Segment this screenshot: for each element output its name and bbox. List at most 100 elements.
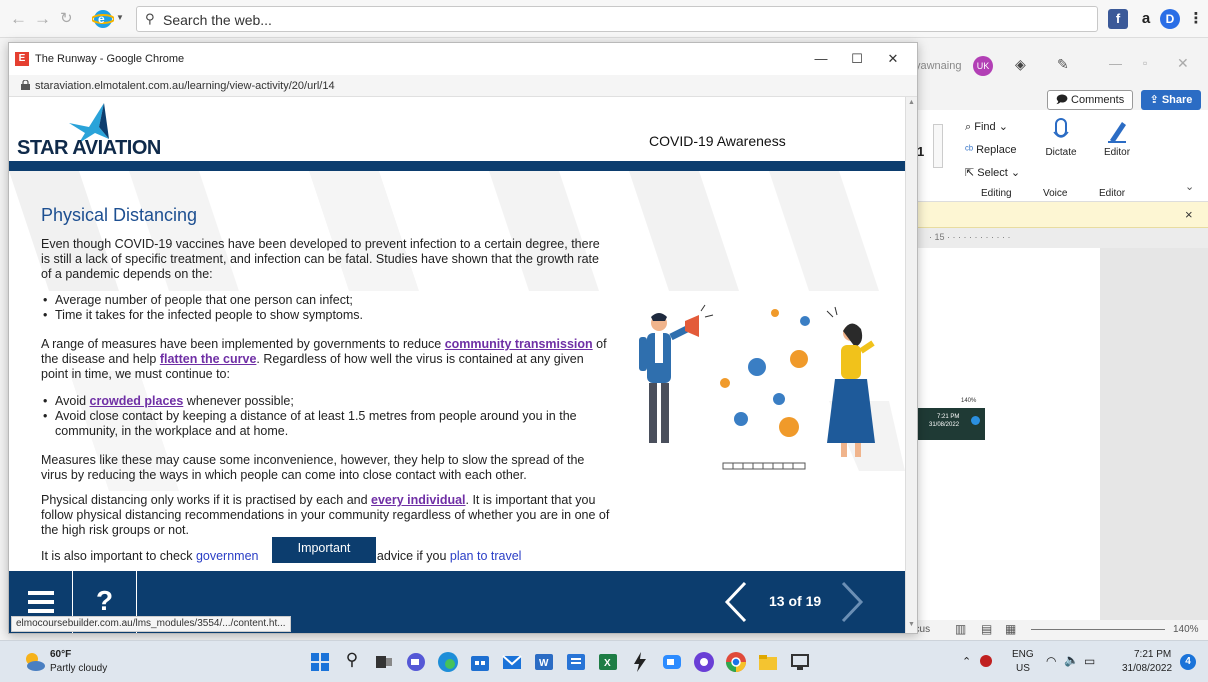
lightning-app-icon[interactable] (628, 650, 652, 674)
text-span: Physical distancing only works if it is … (41, 493, 372, 507)
every-individual-link[interactable]: every individual (371, 493, 465, 507)
find-button[interactable]: ⌕ Find ⌄ (965, 120, 1008, 134)
previous-button[interactable] (721, 581, 751, 623)
find-label: Find (974, 121, 996, 133)
replace-label: Replace (976, 144, 1017, 156)
pen-icon[interactable]: ✎ (1057, 56, 1069, 73)
ruler-ticks: · 15 · · · · · · · · · · · · (929, 232, 1011, 242)
excel-icon[interactable]: X (596, 650, 620, 674)
text-span: Avoid (55, 394, 90, 408)
mini-date: 31/08/2022 (929, 422, 960, 428)
editor-label: Editor (1103, 147, 1131, 158)
remote-desktop-icon[interactable] (788, 650, 812, 674)
maximize-icon[interactable]: ☐ (845, 49, 869, 69)
text-span: A range of measures have been implemente… (41, 337, 445, 351)
restore-icon[interactable]: ▫ (1143, 56, 1147, 70)
antivirus-icon[interactable] (980, 655, 992, 667)
clock-date[interactable]: 31/08/2022 (1122, 663, 1172, 674)
read-mode-icon[interactable]: ▥ (955, 622, 966, 636)
media-app-icon[interactable] (692, 650, 716, 674)
start-icon[interactable] (308, 650, 332, 674)
weather-widget[interactable]: 60°F Partly cloudy (20, 647, 140, 677)
paragraph-measures: A range of measures have been implemente… (41, 337, 611, 382)
url-text[interactable]: staraviation.elmotalent.com.au/learning/… (35, 80, 335, 92)
back-icon[interactable]: ← (10, 9, 27, 29)
notification-badge[interactable]: 4 (1180, 654, 1196, 670)
font-size-field[interactable]: 1 (917, 144, 924, 159)
zoom-icon[interactable] (660, 650, 684, 674)
scroll-small-icon[interactable] (933, 124, 943, 168)
crowded-places-link[interactable]: crowded places (90, 394, 184, 408)
search-icon[interactable]: ⚲ (340, 650, 364, 674)
forward-icon[interactable]: → (34, 9, 51, 29)
user-avatar[interactable]: UK (973, 56, 993, 76)
scroll-down-icon[interactable]: ▼ (908, 621, 915, 628)
next-button[interactable] (837, 581, 867, 623)
task-view-icon[interactable] (372, 650, 396, 674)
select-icon: ⇱ (965, 167, 975, 179)
zoom-level[interactable]: 140% (1173, 624, 1199, 635)
plan-to-travel-link[interactable]: plan to travel (450, 549, 522, 563)
page-counter: 13 of 19 (769, 593, 822, 609)
diamond-icon[interactable]: ◈ (1015, 56, 1026, 73)
group-editing-label: Editing (981, 188, 1012, 199)
community-transmission-link[interactable]: community transmission (445, 337, 593, 351)
web-layout-icon[interactable]: ▦ (1005, 622, 1016, 636)
close-icon[interactable]: ✕ (881, 49, 905, 69)
language-bottom[interactable]: US (1016, 663, 1030, 674)
header-bar (9, 161, 905, 171)
government-link[interactable]: governmen (196, 549, 259, 563)
more-menu-icon[interactable]: ⋮ (1186, 9, 1206, 29)
address-bar[interactable]: staraviation.elmotalent.com.au/learning/… (9, 75, 917, 97)
vertical-scrollbar[interactable]: ▲ ▼ (905, 97, 917, 633)
ribbon-collapse-icon[interactable]: ⌄ (1185, 180, 1194, 193)
mini-zoom-text: 140% (961, 398, 977, 404)
course-title: COVID-19 Awareness (649, 133, 786, 149)
important-button[interactable]: Important (272, 537, 376, 563)
close-icon[interactable]: ✕ (1177, 55, 1189, 72)
virus-particles (720, 309, 810, 437)
clock-time[interactable]: 7:21 PM (1134, 649, 1171, 660)
logo-text: STAR AVIATION (17, 137, 161, 159)
facebook-icon[interactable]: f (1108, 9, 1128, 29)
amazon-icon[interactable]: a (1136, 9, 1156, 29)
word-app-icon[interactable]: W (532, 650, 556, 674)
planner-icon[interactable] (564, 650, 588, 674)
battery-icon[interactable]: ▭ (1084, 654, 1095, 668)
minimize-icon[interactable]: — (809, 49, 833, 69)
flatten-curve-link[interactable]: flatten the curve (160, 352, 257, 366)
print-layout-icon[interactable]: ▤ (981, 622, 992, 636)
comments-button[interactable]: 🗩 Comments (1047, 90, 1133, 110)
refresh-icon[interactable]: ↻ (60, 9, 73, 29)
browser-logo-icon[interactable]: e (91, 8, 115, 30)
editor-button[interactable]: Editor (1097, 118, 1137, 168)
chrome-icon[interactable] (724, 650, 748, 674)
scroll-up-icon[interactable]: ▲ (908, 99, 915, 106)
notice-close-icon[interactable]: × (1185, 207, 1193, 222)
edge-icon[interactable] (436, 650, 460, 674)
wifi-icon[interactable]: ◠ (1046, 654, 1056, 668)
web-search-input[interactable]: ⚲ Search the web... (136, 6, 1098, 32)
paragraph-individual: Physical distancing only works if it is … (41, 493, 611, 538)
dropdown-arrow-icon[interactable]: ▼ (116, 13, 124, 22)
zoom-slider[interactable] (1031, 629, 1165, 630)
replace-icon: ᶜᵇ (965, 144, 974, 156)
chat-icon[interactable] (404, 650, 428, 674)
extension-icon[interactable]: D (1160, 9, 1180, 29)
volume-icon[interactable]: 🔈 (1064, 653, 1079, 667)
dictate-button[interactable]: Dictate (1041, 118, 1081, 168)
file-explorer-icon[interactable] (756, 650, 780, 674)
text-span: d advice if you (366, 549, 450, 563)
select-button[interactable]: ⇱ Select ⌄ (965, 166, 1020, 179)
weather-temperature: 60°F (50, 649, 72, 660)
word-ribbon-groups: 1 ⌕ Find ⌄ ᶜᵇ Replace ⇱ Select ⌄ Dictate… (905, 110, 1208, 202)
store-icon[interactable] (468, 650, 492, 674)
minimize-icon[interactable]: — (1109, 56, 1122, 71)
mail-icon[interactable] (500, 650, 524, 674)
share-button[interactable]: ⇪ Share (1141, 90, 1201, 110)
language-top[interactable]: ENG (1012, 649, 1034, 660)
chrome-window: E The Runway - Google Chrome — ☐ ✕ stara… (8, 42, 918, 634)
replace-button[interactable]: ᶜᵇ Replace (965, 144, 1016, 156)
tray-expand-icon[interactable]: ⌃ (962, 655, 971, 668)
woman-figure (826, 306, 875, 457)
